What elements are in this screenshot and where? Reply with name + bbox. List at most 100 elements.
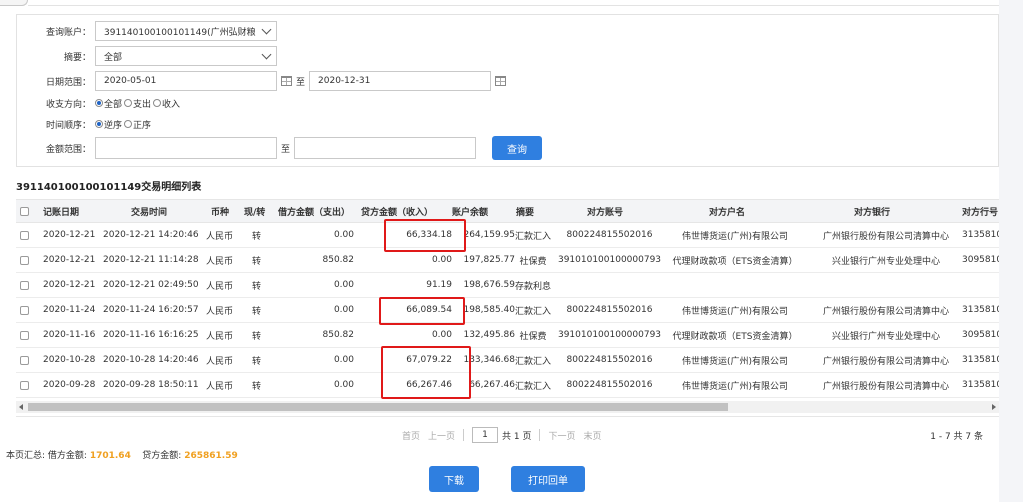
order-option-asc[interactable]: 正序 [124, 118, 151, 131]
cell-cash-transfer: 转 [252, 381, 262, 392]
cell-trade-time: 2020-10-28 14:20:46 [103, 355, 199, 365]
cell-cash-transfer: 转 [252, 231, 262, 242]
radio-icon[interactable] [124, 99, 133, 107]
top-tab-fragment [0, 0, 28, 6]
scrollbar-thumb[interactable] [28, 403, 728, 411]
cell-currency: 人民币 [206, 281, 234, 292]
cell-summary: 汇款汇入 [514, 306, 551, 317]
col-trade-time[interactable]: 交易时间 [131, 200, 167, 222]
horizontal-scrollbar[interactable] [16, 401, 999, 413]
table-row[interactable]: 2020-12-21 2020-12-21 14:20:46 人民币转 0.00 66,… [16, 223, 999, 248]
col-counter-account[interactable]: 对方账号 [587, 200, 623, 222]
cell-cash-transfer: 转 [252, 306, 262, 317]
row-checkbox[interactable] [20, 323, 29, 347]
calendar-icon[interactable] [495, 76, 507, 86]
table-row[interactable]: 2020-09-28 2020-09-28 18:50:11 人民币转 0.00 66,… [16, 373, 999, 398]
order-option-label: 逆序 [104, 120, 123, 131]
debit-total: 1701.64 [89, 451, 131, 461]
col-debit[interactable]: 借方金额（支出） [278, 200, 350, 222]
order-option-desc[interactable]: 逆序 [95, 118, 122, 131]
calendar-icon[interactable] [281, 76, 292, 86]
amount-to-separator: 至 [281, 144, 291, 155]
debit-label: 借方金额: [47, 451, 87, 461]
first-page-link[interactable]: 首页 [402, 429, 420, 442]
col-summary[interactable]: 摘要 [516, 200, 534, 222]
amount-label: 金额范围： [45, 144, 91, 155]
radio-icon[interactable] [153, 99, 162, 107]
summary-label: 摘要： [63, 52, 91, 63]
amount-from-input[interactable] [95, 137, 277, 159]
row-checkbox[interactable] [20, 373, 29, 397]
summary-select[interactable]: 全部 [95, 46, 277, 66]
order-option-label: 正序 [133, 120, 152, 131]
order-row: 时间顺序： 逆序 正序 [17, 116, 153, 132]
page-summary: 本页汇总: 借方金额: 1701.64 贷方金额: 265861.59 [6, 448, 238, 461]
radio-selected-icon[interactable] [95, 120, 103, 128]
table-row[interactable]: 2020-12-21 2020-12-21 02:49:50 人民币 转 0.00 91.… [16, 273, 999, 298]
last-page-link[interactable]: 末页 [584, 429, 602, 442]
date-to-separator: 至 [296, 77, 306, 88]
scroll-left-icon[interactable] [19, 404, 23, 410]
cell-counter-bank-code: 313581003 [962, 305, 999, 315]
table-row[interactable]: 2020-11-16 2020-11-16 16:16:25 人民币 转 850.82 0… [16, 323, 999, 348]
table-row[interactable]: 2020-12-21 2020-12-21 11:14:28 人民币转 850.82 0… [16, 248, 999, 273]
right-page-margin [999, 0, 1023, 502]
query-button[interactable]: 查询 [492, 136, 542, 160]
cell-post-date: 2020-09-28 [43, 380, 96, 390]
cell-post-date: 2020-10-28 [43, 355, 96, 365]
cell-trade-time: 2020-12-21 11:14:28 [103, 255, 199, 265]
cell-balance: 132,495.86 [463, 330, 515, 340]
row-checkbox[interactable] [20, 273, 29, 297]
table-row[interactable]: 2020-11-24 2020-11-24 16:20:57 人民币转 0.00 66,… [16, 298, 999, 323]
select-all-checkbox[interactable] [20, 200, 29, 222]
scroll-right-icon[interactable] [992, 404, 996, 410]
row-checkbox[interactable] [20, 348, 29, 372]
cell-counter-name: 伟世博货运(广州)有限公司 [681, 306, 789, 317]
radio-icon[interactable] [124, 120, 133, 128]
cell-credit-amount: 0.00 [431, 330, 452, 340]
cell-cash-transfer: 转 [252, 356, 262, 367]
cell-trade-time: 2020-11-24 16:20:57 [103, 305, 199, 315]
direction-option-in[interactable]: 收入 [153, 97, 180, 110]
cell-counter-bank: 广州银行股份有限公司清算中心 [822, 231, 949, 242]
summary-value: 全部 [104, 52, 123, 63]
cell-post-date: 2020-12-21 [43, 280, 96, 290]
cell-debit-amount: 850.82 [322, 255, 355, 265]
amount-to-input[interactable] [294, 137, 477, 159]
account-select[interactable]: 391140100100101149(广州弘财粮 [95, 21, 277, 41]
cell-debit-amount: 0.00 [333, 280, 354, 290]
row-checkbox[interactable] [20, 298, 29, 322]
record-count: 1 - 7 共 7 条 [930, 432, 983, 442]
date-to-input[interactable]: 2020-12-31 [309, 71, 492, 91]
col-counter-bank[interactable]: 对方银行 [854, 200, 890, 222]
col-cash-transfer[interactable]: 现/转 [244, 200, 265, 222]
top-divider [28, 5, 999, 6]
highlight-box [381, 346, 471, 399]
cell-post-date: 2020-11-16 [43, 330, 96, 340]
direction-option-out[interactable]: 支出 [124, 97, 151, 110]
print-receipt-button[interactable]: 打印回单 [511, 466, 585, 492]
cell-debit-amount: 0.00 [333, 355, 354, 365]
prev-page-link[interactable]: 上一页 [428, 429, 455, 442]
date-label: 日期范围： [45, 77, 91, 88]
row-checkbox[interactable] [20, 223, 29, 247]
direction-option-all[interactable]: 全部 [95, 97, 122, 110]
credit-total: 265861.59 [184, 451, 238, 461]
col-counter-bank-code[interactable]: 对方行号 [962, 200, 998, 222]
col-currency[interactable]: 币种 [211, 200, 229, 222]
table-row[interactable]: 2020-10-28 2020-10-28 14:20:46 人民币转 0.00 67,… [16, 348, 999, 373]
date-from-input[interactable]: 2020-05-01 [95, 71, 277, 91]
cell-summary: 存款利息 [514, 281, 551, 292]
col-counter-name[interactable]: 对方户名 [709, 200, 745, 222]
download-button[interactable]: 下载 [429, 466, 479, 492]
radio-selected-icon[interactable] [95, 99, 103, 107]
col-post-date[interactable]: 记账日期 [43, 200, 79, 222]
row-checkbox[interactable] [20, 248, 29, 272]
next-page-link[interactable]: 下一页 [548, 429, 575, 442]
cell-counter-name: 伟世博货运(广州)有限公司 [681, 356, 789, 367]
amount-row: 金额范围： 至 [17, 137, 477, 159]
list-title: 391140100100101149交易明细列表 [16, 182, 202, 193]
date-from-value: 2020-05-01 [104, 76, 157, 86]
page-number-input[interactable]: 1 [472, 427, 499, 443]
cell-counter-bank [813, 273, 959, 297]
